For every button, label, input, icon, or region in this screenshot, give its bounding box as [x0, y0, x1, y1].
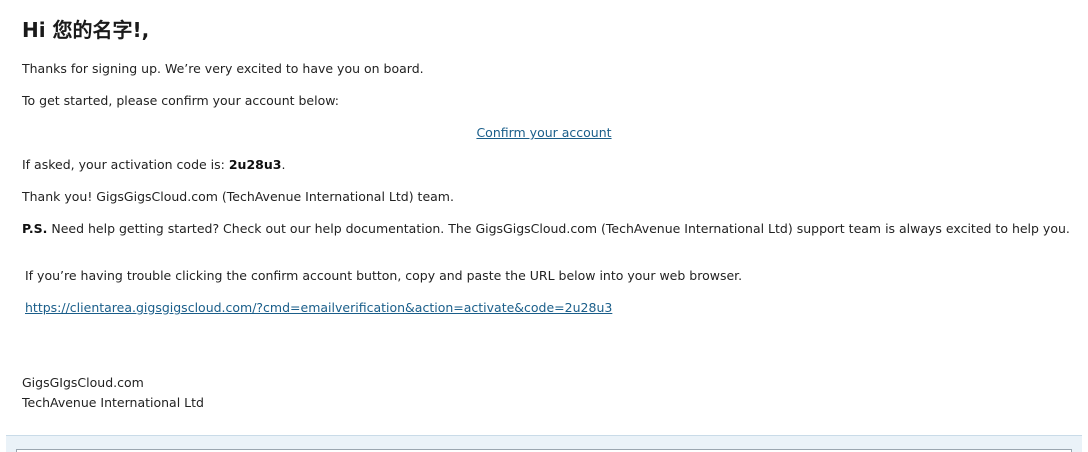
confirm-link-row: Confirm your account: [0, 125, 1088, 141]
footer-panel: [6, 435, 1082, 452]
ps-text: P.S. Need help getting started? Check ou…: [22, 221, 1070, 237]
signature-org: TechAvenue International Ltd: [22, 395, 204, 410]
greeting-heading: Hi 您的名字!,: [22, 18, 150, 42]
activation-code-text: If asked, your activation code is: 2u28u…: [22, 157, 285, 173]
intro-text: Thanks for signing up. We’re very excite…: [22, 61, 424, 76]
thanks-text: Thank you! GigsGigsCloud.com (TechAvenue…: [22, 189, 454, 204]
activation-code: 2u28u3: [228, 157, 282, 172]
activation-suffix: .: [281, 157, 286, 172]
verification-url-link[interactable]: https://clientarea.gigsgigscloud.com/?cm…: [25, 300, 612, 315]
get-started-text: To get started, please confirm your acco…: [22, 93, 339, 108]
url-row: https://clientarea.gigsgigscloud.com/?cm…: [25, 300, 612, 316]
trouble-text: If you’re having trouble clicking the co…: [25, 268, 743, 283]
signature-company: GigsGIgsCloud.com: [22, 375, 144, 390]
confirm-account-link[interactable]: Confirm your account: [476, 125, 611, 140]
activation-prefix: If asked, your activation code is:: [22, 157, 229, 172]
ps-label: P.S.: [22, 221, 48, 236]
ps-body: Need help getting started? Check out our…: [47, 221, 1070, 236]
